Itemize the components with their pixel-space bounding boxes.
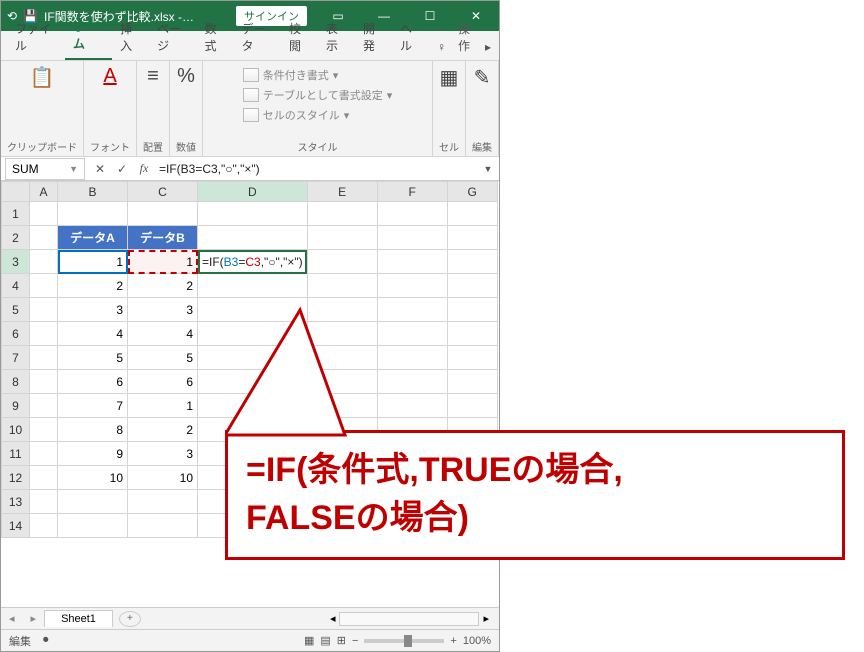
cancel-formula-icon[interactable]: ✕ xyxy=(89,162,111,176)
formula-bar: SUM ▼ ✕ ✓ fx =IF(B3=C3,"○","×") ▼ xyxy=(1,157,499,181)
horizontal-scrollbar[interactable]: ◂▸ xyxy=(141,612,499,626)
table-format-button[interactable]: テーブルとして書式設定▾ xyxy=(239,85,397,105)
cond-format-button[interactable]: 条件付き書式▾ xyxy=(239,65,397,85)
group-font[interactable]: A フォント xyxy=(84,61,137,156)
col-header-b[interactable]: B xyxy=(58,182,128,202)
col-header-c[interactable]: C xyxy=(128,182,198,202)
group-edit[interactable]: ✎ 編集 xyxy=(466,61,499,156)
group-cells[interactable]: ▦ セル xyxy=(433,61,466,156)
sheet-nav-next[interactable]: ▸ xyxy=(23,612,45,625)
sheet-tabs: ◂ ▸ Sheet1 + ◂▸ xyxy=(1,607,499,629)
sheet-tab-1[interactable]: Sheet1 xyxy=(44,610,113,627)
callout-line2: FALSEの場合) xyxy=(246,495,623,543)
cell-b3[interactable]: 1 xyxy=(58,250,128,274)
sheet-nav-prev[interactable]: ◂ xyxy=(1,612,23,625)
group-number[interactable]: % 数値 xyxy=(170,61,203,156)
group-align[interactable]: ≡ 配置 xyxy=(137,61,170,156)
macro-record-icon[interactable]: ⏺ xyxy=(43,634,49,647)
group-clipboard[interactable]: 📋 クリップボード xyxy=(1,61,84,156)
cell-d3-editing[interactable]: =IF(B3=C3,"○","×") xyxy=(198,250,308,274)
view-break-icon[interactable]: ⊞ xyxy=(337,634,346,647)
row-3: 3 1 1 =IF(B3=C3,"○","×") xyxy=(2,250,498,274)
tab-view[interactable]: 表示 xyxy=(318,14,355,60)
status-bar: 編集 ⏺ ▦ ▤ ⊞ − + 100% xyxy=(1,629,499,651)
cell-style-button[interactable]: セルのスタイル▾ xyxy=(239,105,397,125)
ribbon: 📋 クリップボード A フォント ≡ 配置 % 数値 条件付き書式▾ テーブルと… xyxy=(1,61,499,157)
status-mode: 編集 xyxy=(9,633,31,649)
view-page-icon[interactable]: ▤ xyxy=(320,634,330,647)
zoom-level[interactable]: 100% xyxy=(463,635,491,647)
name-box[interactable]: SUM ▼ xyxy=(5,158,85,180)
accept-formula-icon[interactable]: ✓ xyxy=(111,162,133,176)
view-normal-icon[interactable]: ▦ xyxy=(304,634,314,647)
annotation-callout: =IF(条件式,TRUEの場合, FALSEの場合) xyxy=(225,430,845,590)
row-2: 2データAデータB xyxy=(2,226,498,250)
ribbon-more-icon[interactable]: ▸ xyxy=(483,34,493,60)
paste-icon[interactable]: 📋 xyxy=(30,65,55,90)
header-data-a[interactable]: データA xyxy=(58,226,128,250)
tab-share[interactable]: 操作 xyxy=(454,14,483,60)
align-icon[interactable]: ≡ xyxy=(147,65,159,88)
tab-formula[interactable]: 数式 xyxy=(196,14,233,60)
tab-review[interactable]: 校閲 xyxy=(281,14,318,60)
tab-insert[interactable]: 挿入 xyxy=(112,14,149,60)
cells-icon[interactable]: ▦ xyxy=(440,65,459,90)
col-header-d[interactable]: D xyxy=(198,182,308,202)
callout-leader-icon xyxy=(225,305,525,465)
header-data-b[interactable]: データB xyxy=(128,226,198,250)
zoom-slider[interactable] xyxy=(364,639,444,643)
col-header-a[interactable]: A xyxy=(30,182,58,202)
tab-dev[interactable]: 開発 xyxy=(355,14,392,60)
col-header-g[interactable]: G xyxy=(447,182,497,202)
group-styles: 条件付き書式▾ テーブルとして書式設定▾ セルのスタイル▾ スタイル xyxy=(203,61,433,156)
fx-icon[interactable]: fx xyxy=(133,161,155,176)
tab-help[interactable]: ヘル xyxy=(392,14,429,60)
font-icon[interactable]: A xyxy=(103,65,116,88)
row-1: 1 xyxy=(2,202,498,226)
zoom-in-button[interactable]: + xyxy=(450,635,456,647)
tab-file[interactable]: ファイル xyxy=(7,14,65,60)
zoom-out-button[interactable]: − xyxy=(352,635,358,647)
expand-formula-icon[interactable]: ▼ xyxy=(477,164,499,174)
col-header-f[interactable]: F xyxy=(377,182,447,202)
chevron-down-icon[interactable]: ▼ xyxy=(69,164,78,174)
col-header-e[interactable]: E xyxy=(307,182,377,202)
select-all-corner[interactable] xyxy=(2,182,30,202)
tab-home[interactable]: ホーム xyxy=(65,12,112,60)
tab-tell[interactable]: ♀ xyxy=(429,34,454,60)
add-sheet-button[interactable]: + xyxy=(119,611,141,627)
tab-page[interactable]: ページ xyxy=(149,14,196,60)
formula-input[interactable]: =IF(B3=C3,"○","×") xyxy=(155,162,477,176)
cell-c3[interactable]: 1 xyxy=(128,250,198,274)
ribbon-tabs: ファイル ホーム 挿入 ページ 数式 データ 校閲 表示 開発 ヘル ♀ 操作 … xyxy=(1,31,499,61)
edit-icon[interactable]: ✎ xyxy=(474,65,491,90)
tab-data[interactable]: データ xyxy=(233,14,281,60)
number-icon[interactable]: % xyxy=(177,65,195,88)
row-4: 422 xyxy=(2,274,498,298)
